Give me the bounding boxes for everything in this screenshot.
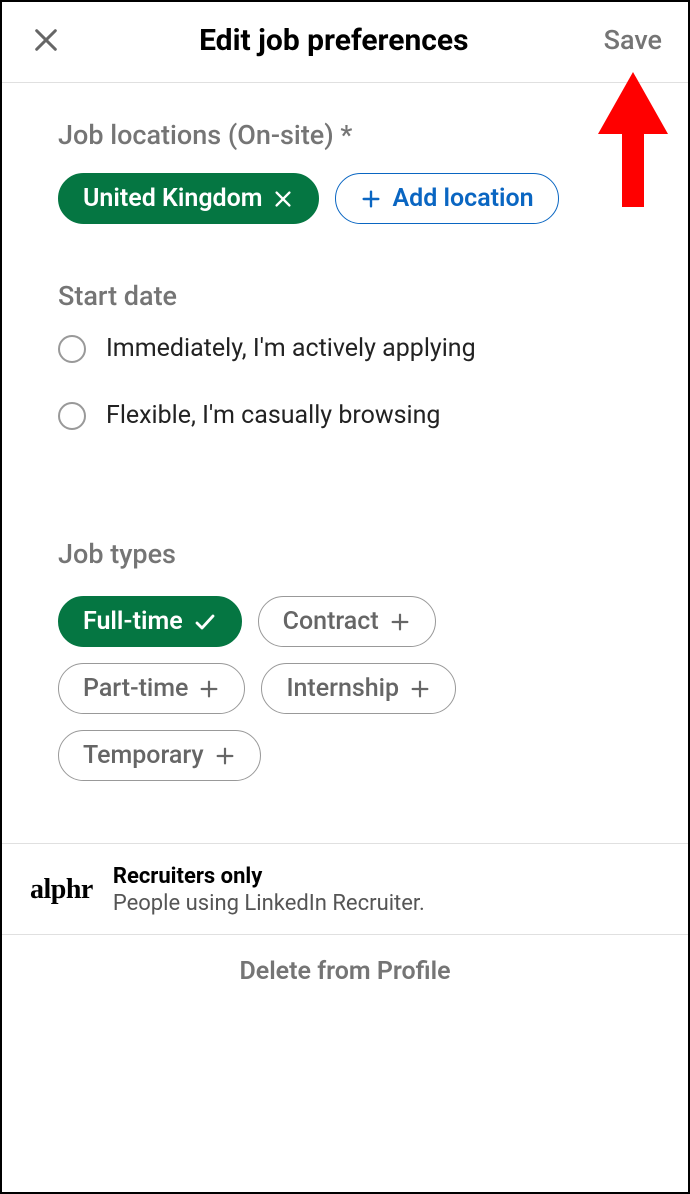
close-icon [30,24,62,56]
visibility-card[interactable]: alphr Recruiters only People using Linke… [2,843,688,934]
job-type-chip-temporary[interactable]: Temporary [58,730,261,781]
job-types-section: Job types Full-time Contract [58,538,632,781]
visibility-title: Recruiters only [113,864,425,889]
start-date-title: Start date [58,280,632,312]
check-icon [193,610,217,634]
job-type-label: Temporary [83,741,204,770]
locations-pills: United Kingdom Add location [58,173,632,224]
location-chip-selected[interactable]: United Kingdom [58,173,319,224]
visibility-desc: People using LinkedIn Recruiter. [113,891,425,916]
locations-section: Job locations (On-site) * United Kingdom [58,119,632,224]
radio-option-immediately[interactable]: Immediately, I'm actively applying [58,334,632,363]
job-type-label: Contract [283,607,379,636]
delete-button[interactable]: Delete from Profile [239,957,450,986]
delete-section: Delete from Profile [2,934,688,1008]
radio-label: Immediately, I'm actively applying [106,334,476,363]
locations-title: Job locations (On-site) * [58,119,632,151]
job-type-chip-contract[interactable]: Contract [258,596,436,647]
modal-header: Edit job preferences Save [2,2,688,83]
save-button[interactable]: Save [602,20,664,60]
radio-label: Flexible, I'm casually browsing [106,401,440,430]
plus-icon [409,678,431,700]
job-type-label: Full-time [83,607,183,636]
brand-logo: alphr [30,874,93,906]
radio-icon [58,402,86,430]
page-title: Edit job preferences [66,23,602,58]
plus-icon [360,188,382,210]
visibility-text: Recruiters only People using LinkedIn Re… [113,864,425,916]
content-area: Job locations (On-site) * United Kingdom [2,83,688,843]
radio-icon [58,335,86,363]
job-types-pills: Full-time Contract Part-time [58,596,632,781]
plus-icon [214,745,236,767]
job-types-title: Job types [58,538,632,570]
job-type-chip-internship[interactable]: Internship [261,663,456,714]
job-type-chip-parttime[interactable]: Part-time [58,663,245,714]
job-type-label: Part-time [83,674,188,703]
radio-option-flexible[interactable]: Flexible, I'm casually browsing [58,401,632,430]
location-chip-label: United Kingdom [83,184,262,213]
plus-icon [198,678,220,700]
add-location-button[interactable]: Add location [335,173,558,224]
job-type-label: Internship [286,674,399,703]
start-date-section: Start date Immediately, I'm actively app… [58,280,632,430]
close-button[interactable] [26,20,66,60]
plus-icon [389,611,411,633]
add-location-label: Add location [392,184,533,213]
job-type-chip-fulltime[interactable]: Full-time [58,596,242,647]
remove-icon [272,188,294,210]
